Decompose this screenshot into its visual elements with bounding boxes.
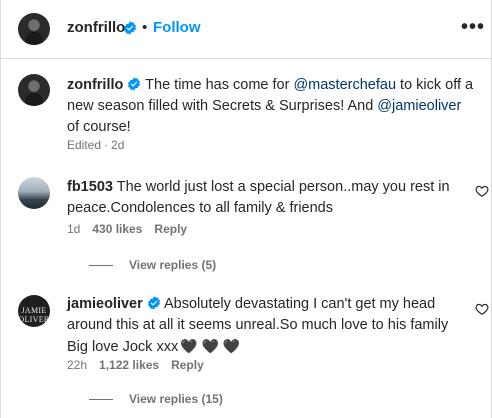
edited-label: Edited [67, 138, 102, 152]
verified-badge-icon [124, 21, 136, 35]
verified-badge-icon [128, 77, 141, 91]
caption-text: of course! [67, 119, 131, 135]
follow-button[interactable]: Follow [153, 19, 201, 36]
author-avatar[interactable] [18, 13, 50, 45]
reply-button[interactable]: Reply [154, 222, 187, 236]
commenter-avatar[interactable] [18, 177, 50, 209]
divider-line [89, 399, 113, 401]
view-replies-label[interactable]: View replies (5) [129, 258, 216, 272]
separator-dot: • [142, 19, 148, 36]
commenter-username[interactable]: fb1503 [67, 179, 113, 195]
author-username[interactable]: zonfrillo [67, 19, 125, 36]
post-caption: zonfrillo The time has come for @masterc… [67, 75, 477, 138]
mention-masterchefau[interactable]: @masterchefau [293, 77, 396, 93]
comment-likes[interactable]: 430 likes [92, 222, 142, 236]
view-replies-button[interactable]: View replies (5) [89, 258, 216, 272]
comment-body: fb1503 The world just lost a special per… [67, 177, 451, 219]
comment-meta: 22h 1,122 likes Reply [67, 358, 216, 372]
commenter-avatar[interactable]: JAMIE OLIVER [18, 295, 50, 327]
heart-outline-icon[interactable] [475, 302, 489, 316]
caption-meta: Edited · 2d [67, 138, 136, 152]
caption-avatar[interactable] [18, 74, 50, 106]
black-heart-emoji: 🖤 🖤 🖤 [180, 338, 241, 354]
comment-text: The world just lost a special person..ma… [67, 179, 450, 216]
reply-button[interactable]: Reply [171, 358, 204, 372]
post-header: zonfrillo • Follow ••• [1, 0, 492, 59]
mention-jamieoliver[interactable]: @jamieoliver [377, 98, 461, 114]
post-time[interactable]: 2d [111, 138, 124, 152]
meta-dot: · [104, 138, 109, 152]
more-options-icon[interactable]: ••• [461, 16, 485, 39]
verified-badge-icon [147, 296, 160, 310]
caption-username[interactable]: zonfrillo [67, 77, 123, 93]
view-replies-button[interactable]: View replies (15) [89, 392, 223, 406]
comment-likes[interactable]: 1,122 likes [99, 358, 159, 372]
comment-time[interactable]: 1d [67, 222, 80, 236]
heart-outline-icon[interactable] [475, 184, 489, 198]
caption-text: The time has come for [141, 77, 294, 93]
view-replies-label[interactable]: View replies (15) [129, 392, 223, 406]
comment-time[interactable]: 22h [67, 358, 87, 372]
commenter-username[interactable]: jamieoliver [67, 296, 143, 312]
comment-body: jamieoliver Absolutely devastating I can… [67, 294, 451, 358]
comment-meta: 1d 430 likes Reply [67, 222, 199, 236]
post-comments-panel: zonfrillo • Follow ••• zonfrillo The tim… [0, 0, 492, 418]
divider-line [89, 265, 113, 267]
